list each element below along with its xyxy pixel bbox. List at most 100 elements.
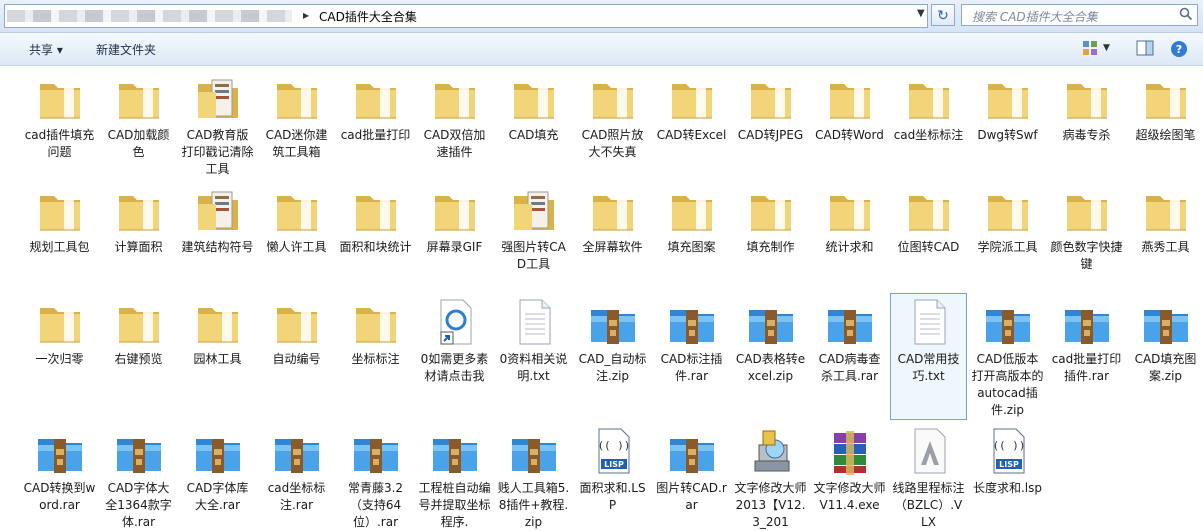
archive-icon	[1140, 296, 1192, 348]
item-label: CAD加载颜色	[107, 128, 170, 159]
archive-icon	[192, 425, 244, 477]
folder-item[interactable]: 园林工具	[180, 294, 255, 419]
item-label: CAD病毒查杀工具.rar	[818, 352, 881, 383]
new-folder-button[interactable]: 新建文件夹	[96, 41, 156, 58]
folder-item[interactable]: 全屏幕软件	[575, 182, 650, 290]
folder-item[interactable]: CAD迷你建筑工具箱	[259, 70, 334, 178]
file-item[interactable]: 常青藤3.2（支持64位）.rar	[338, 423, 413, 531]
folder-item[interactable]: 统计求和	[812, 182, 887, 290]
file-item[interactable]: CAD低版本打开高版本的autocad插件.zip	[970, 294, 1045, 419]
file-item[interactable]: CAD标注插件.rar	[654, 294, 729, 419]
folder-item[interactable]: CAD照片放大不失真	[575, 70, 650, 178]
archive-icon	[1061, 296, 1113, 348]
item-label: 超级绘图笔	[1135, 128, 1196, 142]
folder-item[interactable]: 病毒专杀	[1049, 70, 1124, 178]
chevron-down-icon[interactable]: ▼	[917, 8, 925, 19]
folder-icon	[745, 184, 797, 236]
file-item[interactable]: CAD转换到word.rar	[22, 423, 97, 531]
folder-item[interactable]: 填充制作	[733, 182, 808, 290]
folder-icon	[587, 184, 639, 236]
search-icon[interactable]	[1179, 7, 1193, 21]
vlx-file-icon	[903, 425, 955, 477]
file-item[interactable]: CAD表格转excel.zip	[733, 294, 808, 419]
file-item[interactable]: 线路里程标注（BZLC）.VLX	[891, 423, 966, 531]
item-label: CAD转Excel	[656, 128, 727, 142]
folder-item[interactable]: 右键预览	[101, 294, 176, 419]
text-file-icon	[903, 296, 955, 348]
folder-icon	[1140, 184, 1192, 236]
folder-item[interactable]: cad插件填充问题	[22, 70, 97, 178]
item-label: CAD_自动标注.zip	[578, 352, 647, 383]
folder-item[interactable]: 燕秀工具	[1128, 182, 1203, 290]
item-label: 颜色数字快捷键	[1050, 240, 1123, 271]
folder-item[interactable]: CAD填充	[496, 70, 571, 178]
file-item[interactable]: 文字修改大师2013【V12.3_201	[733, 423, 808, 531]
file-item[interactable]: 0如需更多素材请点击我	[417, 294, 492, 419]
folder-item[interactable]: CAD双倍加速插件	[417, 70, 492, 178]
file-item[interactable]: CAD字体大全1364款字体.rar	[101, 423, 176, 531]
item-label: 长度求和.lsp	[972, 481, 1043, 495]
folder-item[interactable]: 坐标标注	[338, 294, 413, 419]
file-item[interactable]: 图片转CAD.rar	[654, 423, 729, 531]
change-view-icon[interactable]	[1082, 40, 1098, 56]
file-item[interactable]: CAD字体库大全.rar	[180, 423, 255, 531]
folder-icon	[113, 72, 165, 124]
share-menu-button[interactable]: 共享 ▾	[29, 41, 63, 58]
folder-item[interactable]: 强图片转CAD工具	[496, 182, 571, 290]
folder-item[interactable]: CAD教育版打印戳记清除工具	[180, 70, 255, 178]
folder-item[interactable]: 自动编号	[259, 294, 334, 419]
folder-item[interactable]: 位图转CAD	[891, 182, 966, 290]
refresh-button[interactable]: ↻	[931, 4, 955, 26]
file-item[interactable]: (( )) LISP 面积求和.LSP	[575, 423, 650, 531]
folder-item[interactable]: 规划工具包	[22, 182, 97, 290]
file-item[interactable]: cad批量打印插件.rar	[1049, 294, 1124, 419]
lisp-file-icon: (( )) LISP	[587, 425, 639, 477]
file-item[interactable]: 工程桩自动编号并提取坐标程序.	[417, 423, 492, 531]
search-input[interactable]: 搜索 CAD插件大全合集	[961, 4, 1198, 26]
folder-item[interactable]: 面积和块统计	[338, 182, 413, 290]
help-icon[interactable]: ?	[1170, 40, 1188, 58]
folder-item[interactable]: CAD转JPEG	[733, 70, 808, 178]
file-item[interactable]: CAD病毒查杀工具.rar	[812, 294, 887, 419]
folder-icon	[192, 184, 244, 236]
file-item[interactable]: (( )) LISP 长度求和.lsp	[970, 423, 1045, 531]
file-item[interactable]: CAD常用技巧.txt	[890, 293, 967, 420]
file-item[interactable]: cad坐标标注.rar	[259, 423, 334, 531]
file-item[interactable]: 文字修改大师V11.4.exe	[812, 423, 887, 531]
folder-item[interactable]: 建筑结构符号	[180, 182, 255, 290]
folder-icon	[271, 296, 323, 348]
folder-item[interactable]: CAD转Word	[812, 70, 887, 178]
file-item[interactable]: CAD填充图案.zip	[1128, 294, 1203, 419]
folder-item[interactable]: 学院派工具	[970, 182, 1045, 290]
folder-item[interactable]: Dwg转Swf	[970, 70, 1045, 178]
folder-icon	[982, 72, 1034, 124]
folder-item[interactable]: 懒人许工具	[259, 182, 334, 290]
item-label: CAD填充	[508, 128, 559, 142]
folder-item[interactable]: 计算面积	[101, 182, 176, 290]
item-label: cad批量打印插件.rar	[1051, 352, 1122, 383]
file-item[interactable]: 0资料相关说明.txt	[496, 294, 571, 419]
breadcrumb-separator[interactable]: ▸	[303, 8, 309, 22]
item-label: 建筑结构符号	[181, 240, 254, 254]
view-options-chevron-icon[interactable]: ▼	[1103, 43, 1110, 53]
folder-item[interactable]: 屏幕录GIF	[417, 182, 492, 290]
folder-item[interactable]: cad批量打印	[338, 70, 413, 178]
folder-item[interactable]: cad坐标标注	[891, 70, 966, 178]
archive-icon	[982, 296, 1034, 348]
file-item[interactable]: CAD_自动标注.zip	[575, 294, 650, 419]
address-bar[interactable]: ▸ CAD插件大全合集 ▼	[4, 4, 928, 28]
folder-item[interactable]: 超级绘图笔	[1128, 70, 1203, 178]
folder-item[interactable]: CAD转Excel	[654, 70, 729, 178]
folder-item[interactable]: 颜色数字快捷键	[1049, 182, 1124, 290]
preview-pane-icon[interactable]	[1136, 40, 1154, 56]
folder-icon	[824, 184, 876, 236]
item-label: 文字修改大师2013【V12.3_201	[734, 481, 807, 529]
folder-item[interactable]: CAD加载颜色	[101, 70, 176, 178]
folder-icon	[508, 72, 560, 124]
folder-item[interactable]: 一次归零	[22, 294, 97, 419]
item-label: 全屏幕软件	[582, 240, 643, 254]
breadcrumb-current[interactable]: CAD插件大全合集	[319, 8, 417, 25]
archive-icon	[666, 296, 718, 348]
folder-item[interactable]: 填充图案	[654, 182, 729, 290]
file-item[interactable]: 贱人工具箱5.8插件+教程.zip	[496, 423, 571, 531]
